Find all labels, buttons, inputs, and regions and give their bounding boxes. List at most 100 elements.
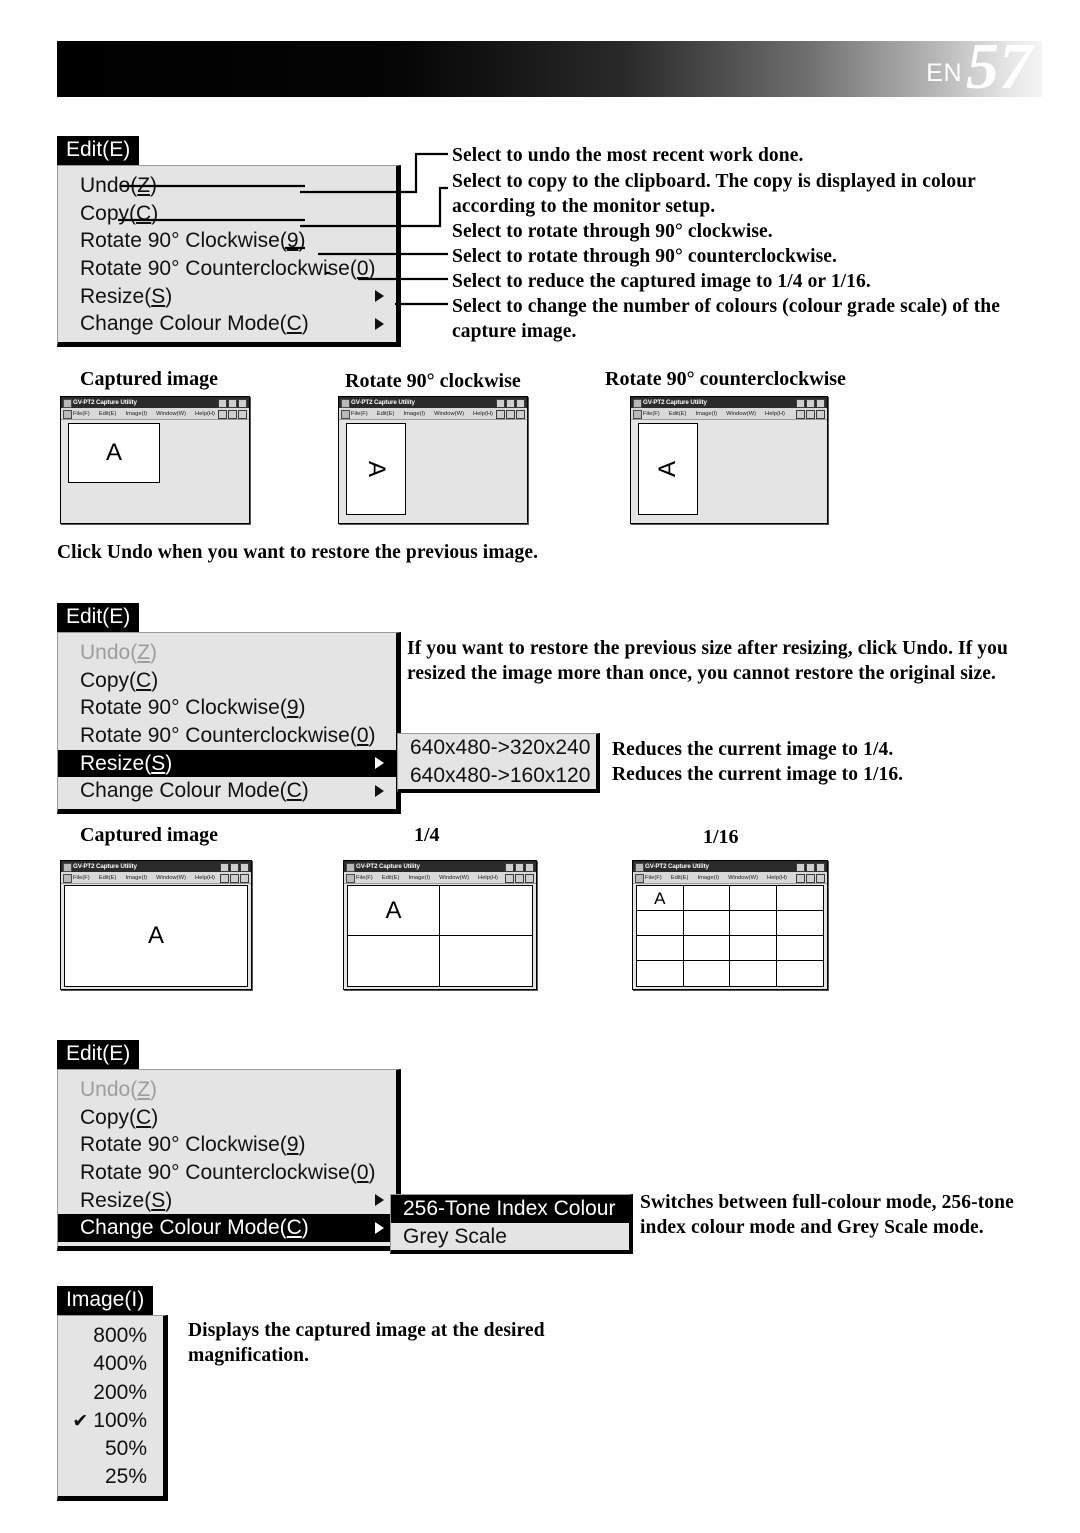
document-controls[interactable] (796, 409, 825, 419)
menu-title-image[interactable]: Image(I) (57, 1286, 154, 1316)
system-menu-icon[interactable] (632, 399, 642, 408)
close-icon[interactable] (816, 862, 825, 872)
system-menu-icon[interactable] (634, 863, 644, 872)
document-controls[interactable] (505, 873, 534, 883)
doc-minimize-icon[interactable] (220, 873, 229, 883)
menu-item-copy[interactable]: Copy(C) (58, 1104, 396, 1132)
menu-title-edit[interactable]: Edit(E) (57, 136, 140, 166)
doc-minimize-icon[interactable] (505, 873, 514, 883)
menu-help[interactable]: Help(H) (478, 875, 498, 881)
doc-close-icon[interactable] (238, 409, 247, 419)
system-menu-icon[interactable] (62, 399, 72, 408)
menu-edit[interactable]: Edit(E) (99, 875, 117, 881)
zoom-item-400[interactable]: 400% (58, 1350, 163, 1378)
maximize-icon[interactable] (806, 398, 815, 408)
document-menu-icon[interactable] (62, 873, 72, 883)
menu-window[interactable]: Window(W) (726, 411, 756, 417)
doc-minimize-icon[interactable] (496, 409, 505, 419)
menu-edit[interactable]: Edit(E) (671, 875, 689, 881)
menu-item-change-colour-mode[interactable]: Change Colour Mode(C) (58, 777, 396, 805)
minimize-icon[interactable] (218, 398, 227, 408)
document-controls[interactable] (220, 873, 249, 883)
doc-close-icon[interactable] (516, 409, 525, 419)
close-icon[interactable] (240, 862, 249, 872)
menu-help[interactable]: Help(H) (195, 875, 215, 881)
zoom-item-50[interactable]: 50% (58, 1435, 163, 1463)
maximize-icon[interactable] (230, 862, 239, 872)
menu-item-rotate-ccw[interactable]: Rotate 90° Counterclockwise(0) (58, 722, 396, 750)
menu-item-change-colour-mode[interactable]: Change Colour Mode(C) (58, 1214, 396, 1242)
menu-window[interactable]: Window(W) (156, 411, 186, 417)
menu-window[interactable]: Window(W) (156, 875, 186, 881)
menu-edit[interactable]: Edit(E) (99, 411, 117, 417)
doc-minimize-icon[interactable] (796, 873, 805, 883)
close-icon[interactable] (238, 398, 247, 408)
window-menu-bar[interactable]: File(F) Edit(E) Image(I) Window(W) Help(… (339, 408, 527, 420)
doc-close-icon[interactable] (525, 873, 534, 883)
maximize-icon[interactable] (506, 398, 515, 408)
doc-close-icon[interactable] (240, 873, 249, 883)
window-controls[interactable] (796, 398, 825, 408)
menu-file[interactable]: File(F) (356, 875, 373, 881)
system-menu-icon[interactable] (345, 863, 355, 872)
close-icon[interactable] (516, 398, 525, 408)
document-menu-icon[interactable] (634, 873, 644, 883)
minimize-icon[interactable] (796, 862, 805, 872)
menu-help[interactable]: Help(H) (195, 411, 215, 417)
close-icon[interactable] (525, 862, 534, 872)
menu-window[interactable]: Window(W) (439, 875, 469, 881)
minimize-icon[interactable] (496, 398, 505, 408)
doc-restore-icon[interactable] (506, 409, 515, 419)
menu-help[interactable]: Help(H) (765, 411, 785, 417)
menu-item-rotate-cw[interactable]: Rotate 90° Clockwise(9) (58, 694, 396, 722)
zoom-item-200[interactable]: 200% (58, 1379, 163, 1407)
submenu-item-resize-quarter[interactable]: 640x480->160x120 (398, 762, 596, 790)
doc-restore-icon[interactable] (228, 409, 237, 419)
menu-item-rotate-ccw[interactable]: Rotate 90° Counterclockwise(0) (58, 1159, 396, 1187)
document-menu-icon[interactable] (340, 409, 350, 419)
doc-close-icon[interactable] (816, 409, 825, 419)
menu-window[interactable]: Window(W) (728, 875, 758, 881)
close-icon[interactable] (816, 398, 825, 408)
document-controls[interactable] (796, 873, 825, 883)
maximize-icon[interactable] (228, 398, 237, 408)
doc-minimize-icon[interactable] (218, 409, 227, 419)
maximize-icon[interactable] (515, 862, 524, 872)
document-menu-icon[interactable] (345, 873, 355, 883)
menu-title-edit[interactable]: Edit(E) (57, 1040, 140, 1070)
zoom-item-800[interactable]: 800% (58, 1322, 163, 1350)
doc-restore-icon[interactable] (806, 873, 815, 883)
window-controls[interactable] (218, 398, 247, 408)
menu-edit[interactable]: Edit(E) (669, 411, 687, 417)
document-menu-icon[interactable] (632, 409, 642, 419)
menu-edit[interactable]: Edit(E) (377, 411, 395, 417)
menu-window[interactable]: Window(W) (434, 411, 464, 417)
menu-file[interactable]: File(F) (73, 875, 90, 881)
window-controls[interactable] (220, 862, 249, 872)
menu-file[interactable]: File(F) (645, 875, 662, 881)
menu-item-copy[interactable]: Copy(C) (58, 667, 396, 695)
doc-restore-icon[interactable] (230, 873, 239, 883)
window-controls[interactable] (496, 398, 525, 408)
submenu-item-256-tone[interactable]: 256-Tone Index Colour (391, 1195, 629, 1223)
menu-item-resize[interactable]: Resize(S) (58, 1187, 396, 1215)
menu-file[interactable]: File(F) (351, 411, 368, 417)
window-menu-bar[interactable]: File(F) Edit(E) Image(I) Window(W) Help(… (344, 872, 536, 884)
menu-title-edit[interactable]: Edit(E) (57, 603, 140, 633)
window-controls[interactable] (796, 862, 825, 872)
menu-help[interactable]: Help(H) (473, 411, 493, 417)
menu-edit[interactable]: Edit(E) (382, 875, 400, 881)
doc-restore-icon[interactable] (806, 409, 815, 419)
menu-image[interactable]: Image(I) (697, 875, 719, 881)
minimize-icon[interactable] (505, 862, 514, 872)
document-controls[interactable] (496, 409, 525, 419)
maximize-icon[interactable] (806, 862, 815, 872)
menu-image[interactable]: Image(I) (125, 411, 147, 417)
window-menu-bar[interactable]: File(F) Edit(E) Image(I) Window(W) Help(… (61, 408, 249, 420)
window-menu-bar[interactable]: File(F) Edit(E) Image(I) Window(W) Help(… (633, 872, 827, 884)
menu-item-resize[interactable]: Resize(S) (58, 749, 396, 778)
document-controls[interactable] (218, 409, 247, 419)
window-menu-bar[interactable]: File(F) Edit(E) Image(I) Window(W) Help(… (61, 872, 251, 884)
minimize-icon[interactable] (220, 862, 229, 872)
menu-image[interactable]: Image(I) (695, 411, 717, 417)
